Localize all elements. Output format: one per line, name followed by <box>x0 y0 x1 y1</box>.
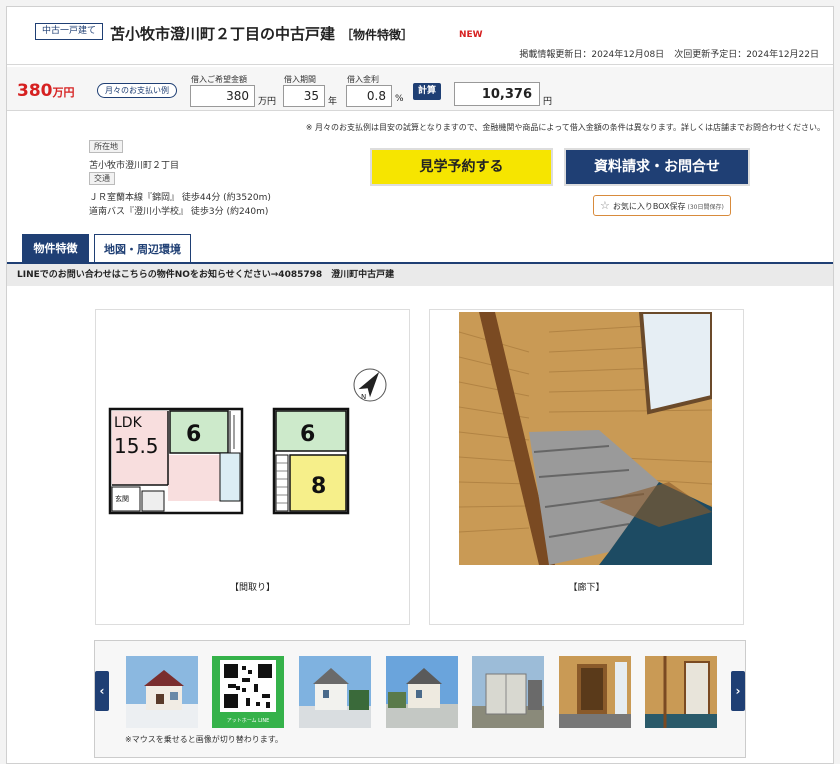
photo-card-floorplan[interactable]: N LDK 15.5 6 玄関 6 8 【間取り】 <box>95 309 410 625</box>
title-subtitle: ［物件特徴］ <box>341 28 414 42</box>
exterior-photo <box>386 656 458 728</box>
thumbnail-qr[interactable]: アットホーム LINE <box>212 656 284 728</box>
loan-rate-label: 借入金利 <box>347 75 379 84</box>
hallway-photo <box>459 312 712 565</box>
page-title: 苫小牧市澄川町２丁目の中古戸建 ［物件特徴］ <box>110 23 413 44</box>
photo-card-hallway[interactable]: 【廊下】 <box>429 309 744 625</box>
svg-text:アットホーム LINE: アットホーム LINE <box>227 718 270 724</box>
compass-icon: N <box>353 368 387 402</box>
loan-amount-unit: 万円 <box>258 97 277 107</box>
svg-text:8: 8 <box>311 474 326 499</box>
transport-line-1: ＪＲ室蘭本線『錦岡』 徒歩44分 (約3520m) <box>89 193 271 203</box>
chevron-right-icon[interactable]: › <box>731 671 745 711</box>
shed-photo <box>472 656 544 728</box>
tab-map[interactable]: 地図・周辺環境 <box>94 234 191 263</box>
thumbnail-shed[interactable] <box>472 656 544 728</box>
loan-rate-input[interactable]: 0.8 <box>346 85 392 107</box>
request-info-button[interactable]: 資料請求・お問合せ <box>564 148 750 186</box>
page-header: 中古一戸建て 苫小牧市澄川町２丁目の中古戸建 ［物件特徴］ NEW 掲載情報更新日… <box>7 7 833 65</box>
floorplan-image: N LDK 15.5 6 玄関 6 8 <box>108 368 387 515</box>
location-value: 苫小牧市澄川町２丁目 <box>89 161 180 171</box>
favorite-label: お気に入りBOX保存 <box>612 202 686 211</box>
visit-reservation-button[interactable]: 見学予約する <box>370 148 553 186</box>
loan-term-unit: 年 <box>328 97 338 107</box>
property-page: 中古一戸建て 苫小牧市澄川町２丁目の中古戸建 ［物件特徴］ NEW 掲載情報更新日… <box>6 6 834 764</box>
transport-label: 交通 <box>89 172 115 185</box>
next-update-date: 次回更新予定日：2024年12月22日 <box>674 50 819 60</box>
published-date: 掲載情報更新日：2024年12月08日 <box>519 50 665 60</box>
exterior-photo <box>126 656 198 728</box>
photo-caption-hallway: 【廊下】 <box>568 583 605 593</box>
svg-text:N: N <box>361 393 366 401</box>
price-value: 380 <box>17 81 53 101</box>
loan-amount-input[interactable]: 380 <box>190 85 255 107</box>
star-icon: ☆ <box>600 199 610 212</box>
loan-amount-label: 借入ご希望金額 <box>191 75 247 84</box>
monthly-payment-badge: 月々のお支払い例 <box>97 83 177 98</box>
favorite-button[interactable]: ☆ お気に入りBOX保存 (30日間保存) <box>593 195 731 216</box>
loan-disclaimer: ※ 月々のお支払例は目安の試算となりますので、金融機関や商品によって借入金額の条… <box>305 123 825 132</box>
price-unit: 万円 <box>52 86 75 99</box>
loan-term-input[interactable]: 35 <box>283 85 325 107</box>
thumbnail-strip: ‹ › アットホーム LINE ※マウスを乗せると画像が切り替わります。 <box>94 640 746 758</box>
thumbnail-hallway[interactable] <box>645 656 717 728</box>
hallway-photo <box>645 656 717 728</box>
thumbnail-entrance[interactable] <box>559 656 631 728</box>
photo-caption-floorplan: 【間取り】 <box>229 583 275 593</box>
exterior-photo <box>299 656 371 728</box>
monthly-payment-result: 10,376 <box>454 82 540 106</box>
svg-text:6: 6 <box>300 422 315 447</box>
update-dates: 掲載情報更新日：2024年12月08日 次回更新予定日：2024年12月22日 <box>519 47 819 60</box>
entrance-photo <box>559 656 631 728</box>
loan-calculator: 380万円 月々のお支払い例 借入ご希望金額 380 万円 借入期間 35 年 … <box>7 67 833 111</box>
calculate-button[interactable]: 計算 <box>413 83 441 100</box>
tab-features[interactable]: 物件特徴 <box>22 234 89 263</box>
result-unit: 円 <box>543 97 553 107</box>
new-badge: NEW <box>459 30 483 40</box>
svg-text:15.5: 15.5 <box>114 434 159 458</box>
svg-text:玄関: 玄関 <box>115 494 129 503</box>
loan-rate-unit: % <box>395 94 404 104</box>
thumbnail-exterior-1[interactable] <box>126 656 198 728</box>
favorite-note: (30日間保存) <box>687 204 724 211</box>
hover-note: ※マウスを乗せると画像が切り替わります。 <box>125 735 283 744</box>
location-label: 所在地 <box>89 140 123 153</box>
transport-line-2: 道南バス『澄川小学校』 徒歩3分 (約240m) <box>89 207 269 217</box>
loan-term-label: 借入期間 <box>284 75 316 84</box>
line-inquiry-notice: LINEでのお問い合わせはこちらの物件NOをお知らせください→4085798 澄… <box>7 264 833 286</box>
thumbnail-exterior-3[interactable] <box>386 656 458 728</box>
price: 380万円 <box>17 81 75 101</box>
qr-code-icon: アットホーム LINE <box>212 656 284 728</box>
thumbnail-exterior-2[interactable] <box>299 656 371 728</box>
property-type-badge: 中古一戸建て <box>35 23 104 40</box>
svg-text:6: 6 <box>186 422 201 447</box>
chevron-left-icon[interactable]: ‹ <box>95 671 109 711</box>
svg-text:LDK: LDK <box>114 415 143 431</box>
title-text: 苫小牧市澄川町２丁目の中古戸建 <box>110 25 336 43</box>
